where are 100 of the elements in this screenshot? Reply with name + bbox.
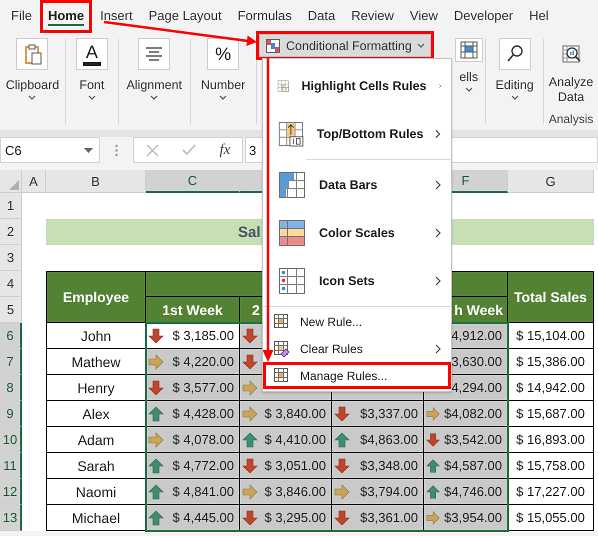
font-button[interactable]: A Font [74, 38, 110, 100]
amount-text: $ 4,428.00 [172, 406, 234, 421]
chevron-icon [219, 95, 228, 100]
arrow-down-icon [242, 458, 258, 474]
clipboard-button[interactable]: Clipboard [4, 38, 62, 100]
menu-item[interactable]: Top/Bottom Rules [263, 110, 451, 158]
title-text: Sal [238, 224, 261, 240]
row-header[interactable]: 2 [0, 219, 22, 245]
column-header[interactable]: G [508, 170, 594, 193]
table-cell: $ 15,104.00 [508, 323, 594, 349]
row-header[interactable]: 5 [0, 297, 22, 323]
alignment-button[interactable]: Alignment [124, 38, 184, 100]
cells-button[interactable]: ells [454, 38, 483, 92]
data-bars-icon [277, 170, 307, 200]
amount-text: $3,348.00 [360, 458, 418, 473]
arrow-up-icon [426, 458, 440, 474]
arrow-up-icon [148, 458, 164, 474]
select-all-icon [9, 180, 19, 190]
arrow-down-icon [242, 354, 258, 370]
amount-text: $ 3,846.00 [264, 484, 326, 499]
menu-item[interactable]: Manage Rules... [263, 362, 451, 389]
chevron-icon [464, 87, 473, 92]
amount-text: $3,794.00 [360, 484, 418, 499]
arrow-up-icon [148, 406, 164, 422]
row-header[interactable]: 11 [0, 453, 22, 479]
name-box[interactable]: C6 [0, 137, 100, 163]
arrow-down-icon [148, 328, 164, 344]
menu-item[interactable]: Highlight Cells Rules [263, 62, 451, 110]
amount-text: $4,082.00 [444, 406, 502, 421]
row-header[interactable]: 6 [0, 323, 22, 349]
chevron-icon [150, 95, 158, 100]
ribbon-tab[interactable]: View [402, 0, 446, 33]
column-header[interactable]: B [46, 170, 146, 193]
arrow-up-icon [334, 432, 350, 448]
enter-icon[interactable] [182, 144, 196, 156]
ribbon-tab[interactable]: Insert [92, 0, 141, 33]
table-cell: Michael [46, 505, 146, 531]
ribbon-tab[interactable]: Home [40, 0, 92, 33]
menu-item[interactable]: Color Scales [263, 209, 451, 257]
arrow-up-icon [426, 484, 440, 500]
arrow-right-icon [426, 406, 440, 422]
row-header[interactable]: 9 [0, 401, 22, 427]
amount-text: $ 3,295.00 [264, 510, 326, 525]
chevron-icon [510, 95, 519, 100]
amount-text: $4,863.00 [360, 432, 418, 447]
arrow-right-icon [148, 354, 164, 370]
table-cell: Naomi [46, 479, 146, 505]
amount-text: $4,746.00 [444, 484, 502, 499]
amount-text: $4,587.00 [444, 458, 502, 473]
number-button[interactable]: % Number [198, 38, 248, 100]
row-header[interactable]: 7 [0, 349, 22, 375]
arrow-right-icon [242, 484, 258, 500]
row-header[interactable]: 12 [0, 479, 22, 505]
chevron-icon [416, 43, 425, 48]
conditional-formatting-button[interactable]: Conditional Formatting [259, 34, 431, 57]
amount-text: $ 3,577.00 [172, 380, 234, 395]
ribbon-tab[interactable]: File [3, 0, 40, 33]
chevron-icon [28, 95, 36, 100]
ribbon-tab[interactable]: Formulas [230, 0, 300, 33]
table-cell: Sarah [46, 453, 146, 479]
ribbon-tab[interactable]: Data [300, 0, 344, 33]
editing-button[interactable]: Editing [494, 38, 536, 100]
arrow-down-icon [242, 510, 258, 526]
conditional-formatting-icon [265, 38, 282, 54]
dropdown-arrow-icon [84, 148, 93, 152]
new-rule-icon [273, 313, 290, 330]
cancel-icon[interactable] [146, 144, 159, 156]
row-header[interactable]: 10 [0, 427, 22, 453]
row-header[interactable]: 8 [0, 375, 22, 401]
arrow-up-icon [148, 510, 164, 526]
row-header[interactable]: 1 [0, 193, 22, 219]
grip-icon [115, 144, 118, 156]
group-label: Analysis [548, 112, 594, 126]
arrow-right-icon [426, 510, 440, 526]
table-cell: $ 15,055.00 [508, 505, 594, 531]
arrow-right-icon [242, 406, 258, 422]
column-header[interactable]: A [22, 170, 46, 193]
row-header[interactable]: 4 [0, 271, 22, 297]
analyze-button[interactable]: Analyze Data [545, 38, 598, 105]
ribbon-tab[interactable]: Hel [521, 0, 557, 33]
insert-function-button[interactable]: fx [219, 142, 230, 158]
amount-text: $ 4,410.00 [264, 432, 326, 447]
top-bottom-icon [277, 119, 305, 149]
arrow-down-icon [334, 458, 350, 474]
arrow-down-icon [426, 432, 440, 448]
column-header[interactable]: C [146, 170, 240, 193]
ribbon-tab[interactable]: Developer [446, 0, 522, 33]
arrow-up-icon [242, 432, 258, 448]
ribbon-tab[interactable]: Review [343, 0, 402, 33]
row-header[interactable]: 3 [0, 245, 22, 271]
ribbon-tab[interactable]: Page Layout [140, 0, 230, 33]
table-header: Total Sales [508, 271, 594, 323]
amount-text: 4,912.00 [451, 328, 502, 343]
arrow-down-icon [242, 328, 258, 344]
amount-text: $ 3,840.00 [264, 406, 326, 421]
amount-text: $ 4,078.00 [172, 432, 234, 447]
icon-sets-icon [277, 266, 307, 296]
table-header: 1st Week [146, 297, 240, 323]
arrow-right-icon [334, 484, 350, 500]
row-header[interactable]: 13 [0, 505, 22, 531]
